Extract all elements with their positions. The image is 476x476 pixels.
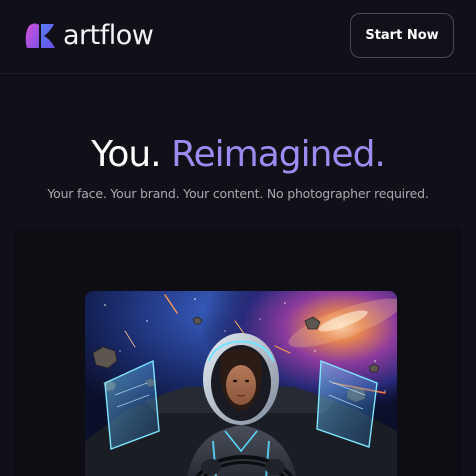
hero-title-part1: You. [91,134,161,175]
start-now-button[interactable]: Start Now [350,13,454,58]
hero-title-accent: Reimagined. [171,134,386,175]
hero-title: You. Reimagined. [0,133,476,177]
landing-page: artflow Start Now You. Reimagined. Your … [0,0,476,476]
brand-logo[interactable]: artflow [24,20,154,52]
top-navigation: artflow Start Now [0,0,476,74]
artflow-logo-icon [25,23,55,48]
hero-subtitle: Your face. Your brand. Your content. No … [47,186,429,201]
brand-name: artflow [63,20,154,51]
astronaut-pilot-space-cockpit-image [85,291,397,476]
